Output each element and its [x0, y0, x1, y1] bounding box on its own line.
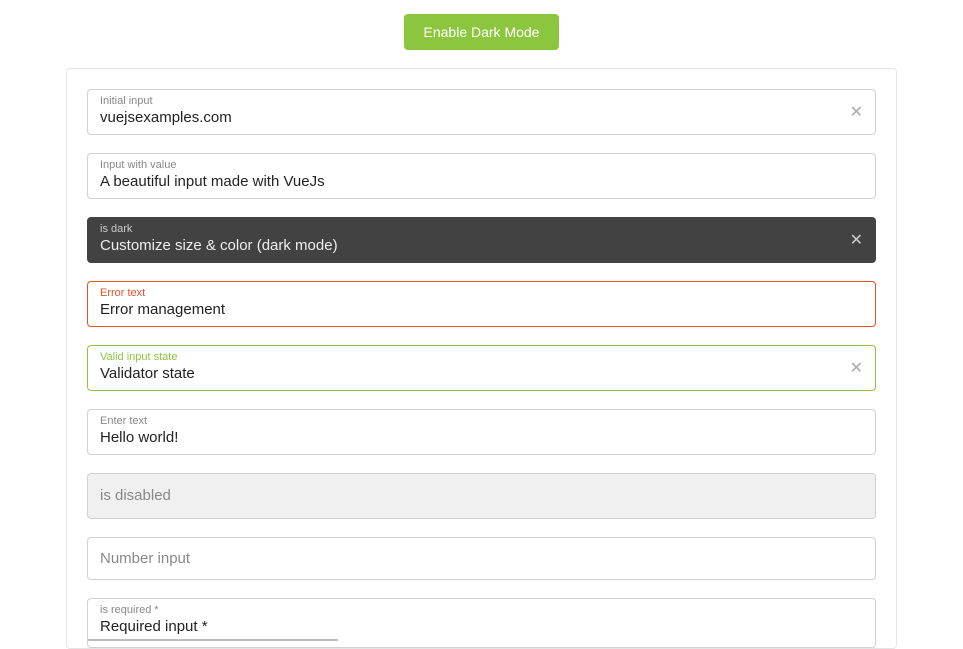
close-icon[interactable]: ✕ — [850, 102, 863, 122]
valid-input-field[interactable]: Valid input state Validator state ✕ — [87, 345, 876, 391]
initial-input-value[interactable]: vuejsexamples.com — [100, 108, 863, 128]
error-input-label: Error text — [100, 286, 863, 300]
required-underline — [88, 639, 338, 641]
hello-input-label: Enter text — [100, 414, 863, 428]
valid-input-label: Valid input state — [100, 350, 863, 364]
disabled-input-field: is disabled — [87, 473, 876, 519]
input-with-value-field[interactable]: Input with value A beautiful input made … — [87, 153, 876, 199]
required-input-label: is required * — [100, 603, 863, 617]
close-icon[interactable]: ✕ — [850, 358, 863, 378]
enable-dark-mode-button[interactable]: Enable Dark Mode — [404, 14, 560, 50]
error-input-value[interactable]: Error management — [100, 300, 863, 320]
page-container: Enable Dark Mode Initial input vuejsexam… — [0, 0, 963, 649]
error-input-field[interactable]: Error text Error management — [87, 281, 876, 327]
input-with-value-label: Input with value — [100, 158, 863, 172]
initial-input-field[interactable]: Initial input vuejsexamples.com ✕ — [87, 89, 876, 135]
dark-input-label: is dark — [100, 222, 863, 236]
input-with-value-value[interactable]: A beautiful input made with VueJs — [100, 172, 863, 192]
dark-input-field[interactable]: is dark Customize size & color (dark mod… — [87, 217, 876, 263]
top-button-wrap: Enable Dark Mode — [0, 0, 963, 68]
hello-input-field[interactable]: Enter text Hello world! — [87, 409, 876, 455]
required-input-field[interactable]: is required * Required input * — [87, 598, 876, 648]
required-input-value[interactable]: Required input * — [100, 617, 863, 637]
valid-input-value[interactable]: Validator state — [100, 364, 863, 384]
hello-input-value[interactable]: Hello world! — [100, 428, 863, 448]
dark-input-value[interactable]: Customize size & color (dark mode) — [100, 236, 863, 256]
close-icon[interactable]: ✕ — [850, 230, 863, 250]
disabled-input-placeholder: is disabled — [100, 486, 863, 506]
number-input-placeholder: Number input — [100, 550, 863, 567]
form-card: Initial input vuejsexamples.com ✕ Input … — [66, 68, 897, 649]
number-input-field[interactable]: Number input — [87, 537, 876, 580]
initial-input-label: Initial input — [100, 94, 863, 108]
